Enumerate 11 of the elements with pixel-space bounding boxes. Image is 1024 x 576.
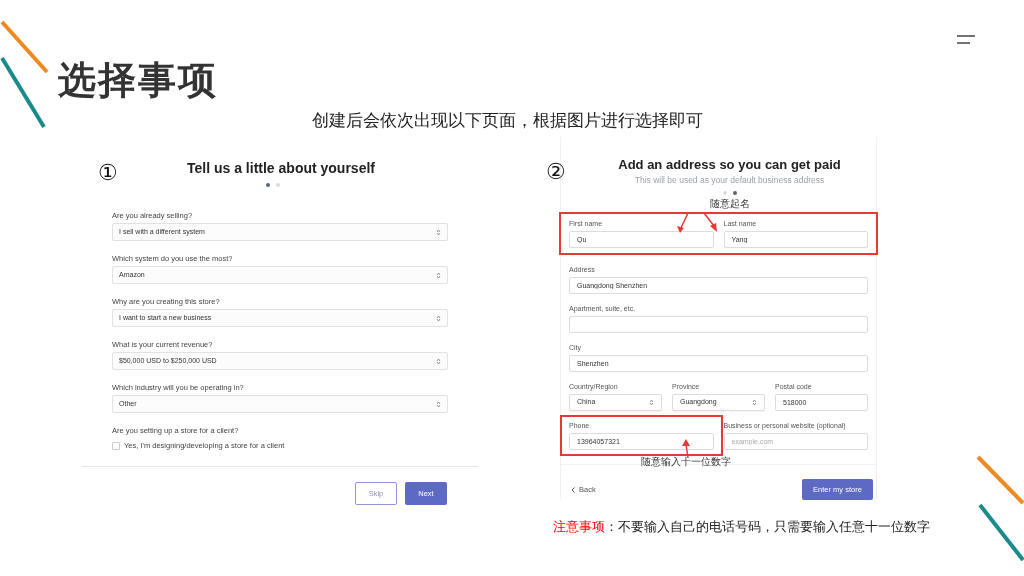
step-number: ① [98, 161, 118, 185]
form-heading: Add an address so you can get paid [618, 156, 841, 173]
slide-subtitle: 创建后会依次出现以下页面，根据图片进行选择即可 [311, 110, 703, 132]
form-subheading: This will be used as your default business address [634, 175, 825, 186]
annotation-text: 随意起名 [709, 197, 750, 210]
form-heading: Tell us a little about yourself [187, 159, 376, 177]
step-number: ② [546, 160, 566, 184]
note-text: ：不要输入自己的电话号码，只需要输入任意十一位数字 [605, 519, 930, 535]
annotation-text: 随意输入十一位数字 [641, 455, 731, 468]
note-label: 注意事项 [553, 519, 605, 535]
slide-title: 选择事项 [58, 58, 219, 103]
